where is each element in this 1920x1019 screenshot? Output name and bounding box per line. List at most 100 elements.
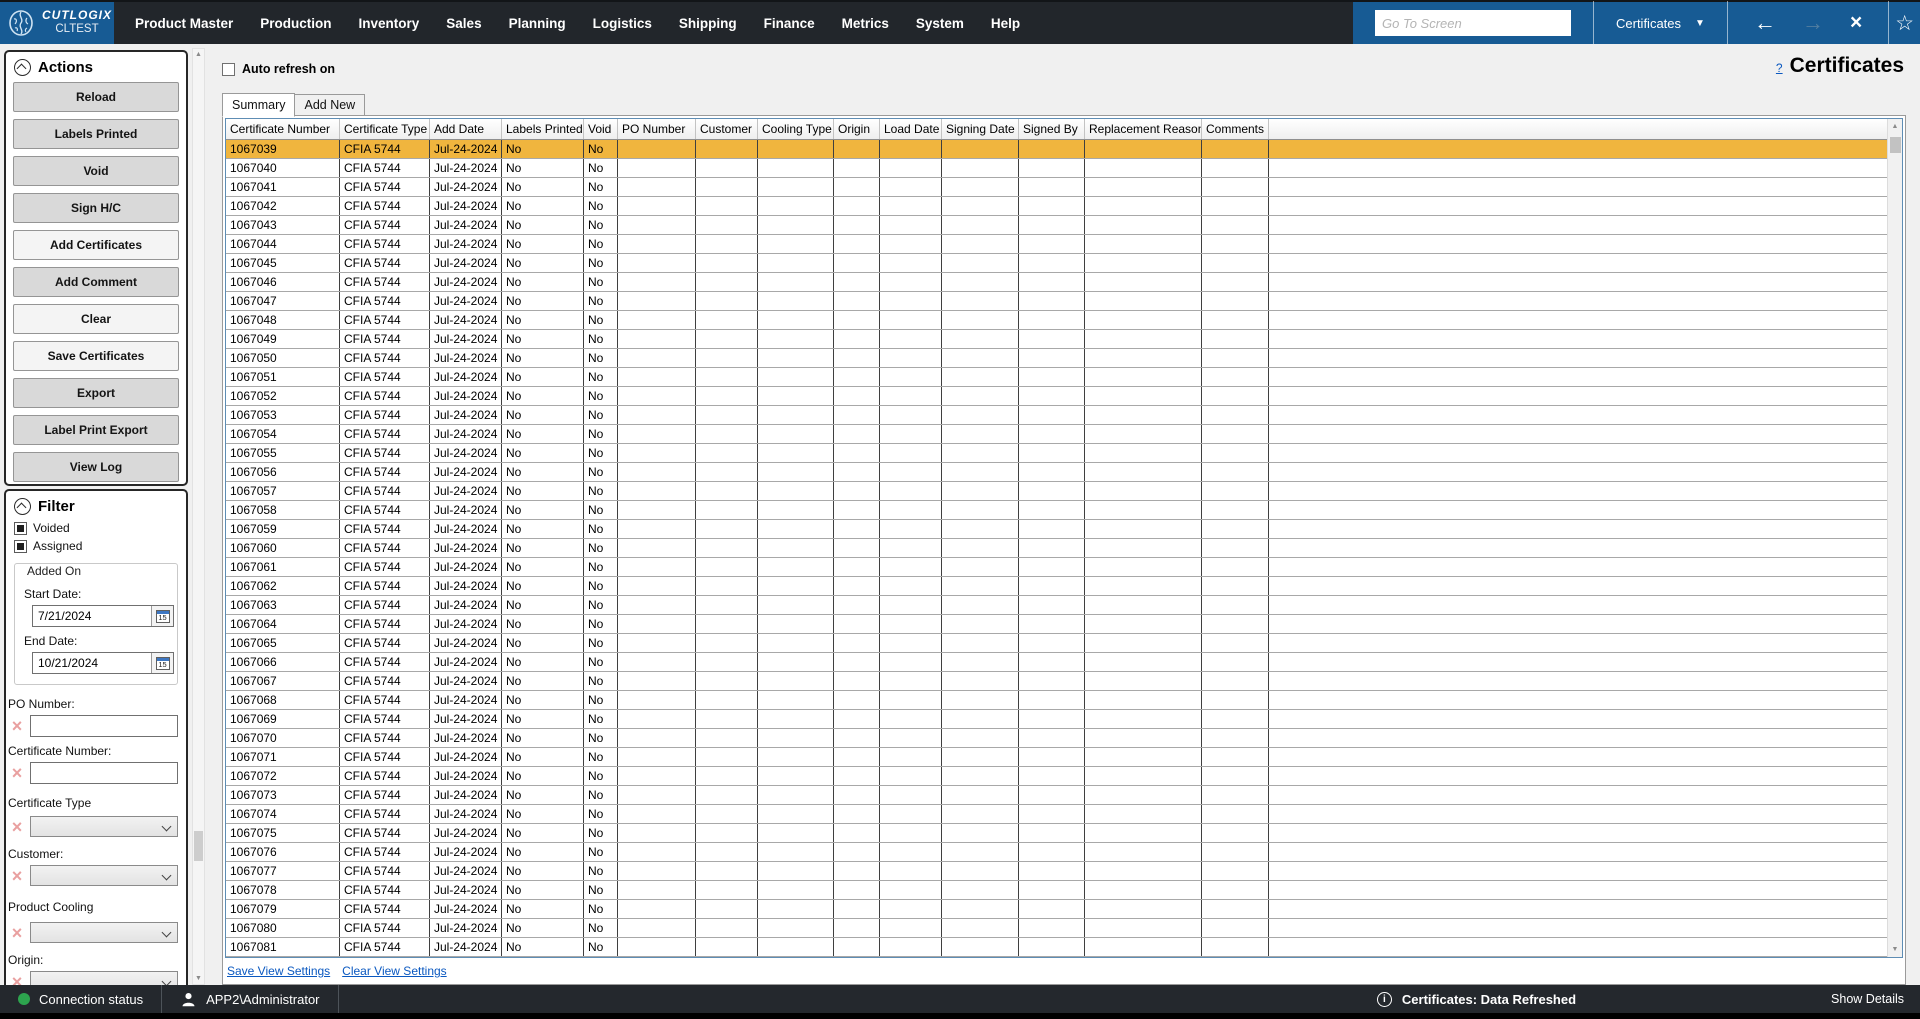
screen-dropdown[interactable]: Certificates ▼ (1594, 2, 1727, 44)
sidebar-scrollbar[interactable]: ▲ ▼ (192, 48, 205, 985)
table-row[interactable]: 1067041CFIA 5744Jul-24-2024NoNo (226, 178, 1887, 197)
help-link[interactable]: ? (1776, 61, 1783, 75)
table-row[interactable]: 1067042CFIA 5744Jul-24-2024NoNo (226, 197, 1887, 216)
table-row[interactable]: 1067069CFIA 5744Jul-24-2024NoNo (226, 710, 1887, 729)
table-row[interactable]: 1067074CFIA 5744Jul-24-2024NoNo (226, 805, 1887, 824)
start-date-calendar-button[interactable] (151, 606, 173, 626)
tab-add-new[interactable]: Add New (294, 94, 365, 117)
table-row[interactable]: 1067058CFIA 5744Jul-24-2024NoNo (226, 501, 1887, 520)
table-row[interactable]: 1067053CFIA 5744Jul-24-2024NoNo (226, 406, 1887, 425)
column-header-void[interactable]: Void (584, 119, 618, 139)
po-number-input[interactable] (30, 715, 178, 737)
table-row[interactable]: 1067063CFIA 5744Jul-24-2024NoNo (226, 596, 1887, 615)
scroll-up-icon[interactable]: ▲ (1888, 123, 1902, 130)
menu-item-sales[interactable]: Sales (446, 16, 481, 31)
table-row[interactable]: 1067062CFIA 5744Jul-24-2024NoNo (226, 577, 1887, 596)
column-header-signing-date[interactable]: Signing Date (942, 119, 1019, 139)
add-comment-button[interactable]: Add Comment (13, 267, 179, 297)
menu-item-system[interactable]: System (916, 16, 964, 31)
auto-refresh-checkbox[interactable] (222, 63, 235, 76)
table-row[interactable]: 1067065CFIA 5744Jul-24-2024NoNo (226, 634, 1887, 653)
table-row[interactable]: 1067050CFIA 5744Jul-24-2024NoNo (226, 349, 1887, 368)
column-header-comments[interactable]: Comments (1202, 119, 1269, 139)
forward-arrow-icon[interactable]: → (1802, 10, 1824, 36)
menu-item-metrics[interactable]: Metrics (842, 16, 889, 31)
clear-product-cooling-icon[interactable]: × (8, 924, 26, 942)
clear-certificate-number-icon[interactable]: × (8, 764, 26, 782)
menu-item-inventory[interactable]: Inventory (359, 16, 420, 31)
table-row[interactable]: 1067056CFIA 5744Jul-24-2024NoNo (226, 463, 1887, 482)
sign-h-c-button[interactable]: Sign H/C (13, 193, 179, 223)
table-row[interactable]: 1067039CFIA 5744Jul-24-2024NoNo (226, 140, 1887, 159)
table-row[interactable]: 1067073CFIA 5744Jul-24-2024NoNo (226, 786, 1887, 805)
menu-item-planning[interactable]: Planning (509, 16, 566, 31)
column-header-load-date[interactable]: Load Date (880, 119, 942, 139)
grid-scrollbar[interactable]: ▲ ▼ (1887, 119, 1902, 957)
end-date-input[interactable] (33, 656, 151, 670)
table-row[interactable]: 1067040CFIA 5744Jul-24-2024NoNo (226, 159, 1887, 178)
menu-item-product-master[interactable]: Product Master (135, 16, 233, 31)
voided-checkbox[interactable] (14, 522, 27, 535)
table-row[interactable]: 1067072CFIA 5744Jul-24-2024NoNo (226, 767, 1887, 786)
table-row[interactable]: 1067043CFIA 5744Jul-24-2024NoNo (226, 216, 1887, 235)
labels-printed-button[interactable]: Labels Printed (13, 119, 179, 149)
scroll-down-icon[interactable]: ▼ (1888, 946, 1902, 953)
show-details-button[interactable]: Show Details (1831, 992, 1904, 1006)
scroll-down-icon[interactable]: ▼ (193, 975, 204, 982)
table-row[interactable]: 1067075CFIA 5744Jul-24-2024NoNo (226, 824, 1887, 843)
table-row[interactable]: 1067045CFIA 5744Jul-24-2024NoNo (226, 254, 1887, 273)
assigned-checkbox[interactable] (14, 540, 27, 553)
sidebar-scroll-thumb[interactable] (194, 831, 203, 861)
column-header-labels-printed[interactable]: Labels Printed (502, 119, 584, 139)
certificate-type-select[interactable] (30, 816, 178, 837)
save-certificates-button[interactable]: Save Certificates (13, 341, 179, 371)
table-row[interactable]: 1067048CFIA 5744Jul-24-2024NoNo (226, 311, 1887, 330)
table-row[interactable]: 1067054CFIA 5744Jul-24-2024NoNo (226, 425, 1887, 444)
collapse-actions-icon[interactable] (14, 59, 31, 76)
table-row[interactable]: 1067047CFIA 5744Jul-24-2024NoNo (226, 292, 1887, 311)
origin-select[interactable] (30, 971, 178, 985)
table-row[interactable]: 1067066CFIA 5744Jul-24-2024NoNo (226, 653, 1887, 672)
scroll-up-icon[interactable]: ▲ (193, 51, 204, 58)
table-row[interactable]: 1067060CFIA 5744Jul-24-2024NoNo (226, 539, 1887, 558)
customer-select[interactable] (30, 865, 178, 886)
table-row[interactable]: 1067064CFIA 5744Jul-24-2024NoNo (226, 615, 1887, 634)
product-cooling-select[interactable] (30, 922, 178, 943)
tab-summary[interactable]: Summary (222, 93, 295, 117)
view-log-button[interactable]: View Log (13, 452, 179, 482)
table-row[interactable]: 1067049CFIA 5744Jul-24-2024NoNo (226, 330, 1887, 349)
table-row[interactable]: 1067079CFIA 5744Jul-24-2024NoNo (226, 900, 1887, 919)
table-row[interactable]: 1067070CFIA 5744Jul-24-2024NoNo (226, 729, 1887, 748)
close-icon[interactable]: × (1850, 11, 1862, 35)
table-row[interactable]: 1067057CFIA 5744Jul-24-2024NoNo (226, 482, 1887, 501)
table-row[interactable]: 1067078CFIA 5744Jul-24-2024NoNo (226, 881, 1887, 900)
menu-item-production[interactable]: Production (260, 16, 331, 31)
table-row[interactable]: 1067081CFIA 5744Jul-24-2024NoNo (226, 938, 1887, 957)
end-date-calendar-button[interactable] (151, 653, 173, 673)
clear-view-settings-link[interactable]: Clear View Settings (342, 964, 447, 978)
column-header-customer[interactable]: Customer (696, 119, 758, 139)
add-certificates-button[interactable]: Add Certificates (13, 230, 179, 260)
start-date-input[interactable] (33, 609, 151, 623)
table-row[interactable]: 1067080CFIA 5744Jul-24-2024NoNo (226, 919, 1887, 938)
menu-item-shipping[interactable]: Shipping (679, 16, 737, 31)
save-view-settings-link[interactable]: Save View Settings (227, 964, 330, 978)
export-button[interactable]: Export (13, 378, 179, 408)
column-header-origin[interactable]: Origin (834, 119, 880, 139)
menu-item-finance[interactable]: Finance (764, 16, 815, 31)
table-row[interactable]: 1067071CFIA 5744Jul-24-2024NoNo (226, 748, 1887, 767)
clear-customer-icon[interactable]: × (8, 867, 26, 885)
certificate-number-input[interactable] (30, 762, 178, 784)
favorite-star-icon[interactable]: ☆ (1889, 2, 1920, 44)
column-header-add-date[interactable]: Add Date (430, 119, 502, 139)
column-header-signed-by[interactable]: Signed By (1019, 119, 1085, 139)
menu-item-help[interactable]: Help (991, 16, 1020, 31)
menu-item-logistics[interactable]: Logistics (593, 16, 652, 31)
table-row[interactable]: 1067055CFIA 5744Jul-24-2024NoNo (226, 444, 1887, 463)
table-row[interactable]: 1067059CFIA 5744Jul-24-2024NoNo (226, 520, 1887, 539)
clear-po-number-icon[interactable]: × (8, 717, 26, 735)
column-header-po-number[interactable]: PO Number (618, 119, 696, 139)
table-row[interactable]: 1067044CFIA 5744Jul-24-2024NoNo (226, 235, 1887, 254)
column-header-certificate-number[interactable]: Certificate Number (226, 119, 340, 139)
table-row[interactable]: 1067046CFIA 5744Jul-24-2024NoNo (226, 273, 1887, 292)
